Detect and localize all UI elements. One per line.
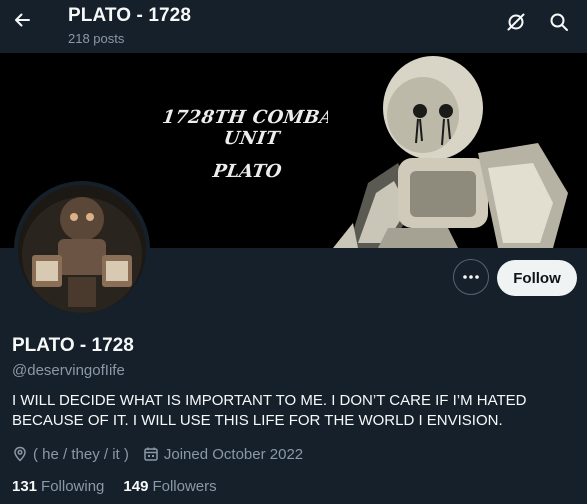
location-pin-icon <box>14 446 26 462</box>
back-button[interactable] <box>12 10 32 30</box>
following-label: Following <box>41 478 105 495</box>
back-arrow-icon <box>15 13 30 27</box>
calendar-icon <box>144 447 158 461</box>
following-link[interactable]: 131 Following <box>12 478 104 495</box>
robot-illustration <box>328 53 587 248</box>
notifications-button[interactable] <box>506 12 526 32</box>
header-title: PLATO - 1728 <box>68 5 191 26</box>
follow-button[interactable]: Follow <box>497 260 577 296</box>
avatar-image <box>18 185 146 313</box>
search-button[interactable] <box>549 12 569 32</box>
followers-link[interactable]: 149 Followers <box>123 478 216 495</box>
search-icon <box>550 13 568 31</box>
location-text: ( he / they / it ) <box>33 445 129 463</box>
more-icon <box>463 275 479 279</box>
profile-handle: @deservingofIife <box>12 362 125 379</box>
avatar[interactable] <box>14 181 150 317</box>
joined-item: Joined October 2022 <box>143 446 303 463</box>
follow-stats: 131 Following 149 Followers <box>12 478 236 495</box>
notifications-off-icon <box>507 13 525 31</box>
post-count: 218 posts <box>68 31 125 46</box>
profile-bio: I WILL DECIDE WHAT IS IMPORTANT TO ME. I… <box>12 392 527 429</box>
joined-text: Joined October 2022 <box>163 445 304 463</box>
profile-name: PLATO - 1728 <box>12 335 134 356</box>
top-bar: PLATO - 1728 218 posts <box>0 0 587 53</box>
profile-meta: ( he / they / it ) Joined October 2022 <box>12 443 317 465</box>
more-button[interactable] <box>453 259 489 295</box>
followers-count: 149 <box>123 478 149 495</box>
banner-line-2: PLATO <box>211 161 283 182</box>
followers-label: Followers <box>152 478 217 495</box>
following-count: 131 <box>12 478 38 495</box>
location-item: ( he / they / it ) <box>12 446 129 463</box>
